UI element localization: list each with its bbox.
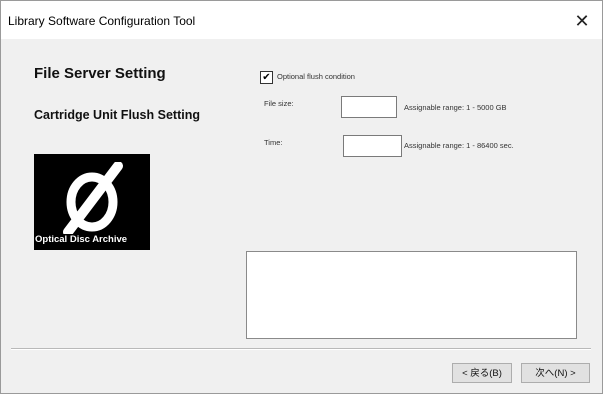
title-bar: Library Software Configuration Tool ✕ — [1, 1, 602, 39]
time-label: Time: — [264, 138, 283, 147]
time-range: Assignable range: 1 - 86400 sec. — [404, 141, 514, 150]
disc-slash-icon — [63, 162, 123, 234]
dialog-body: File Server Setting Cartridge Unit Flush… — [1, 39, 602, 393]
back-button[interactable]: < 戻る(B) — [452, 363, 512, 383]
page-title: File Server Setting — [34, 65, 166, 82]
next-button[interactable]: 次へ(N) > — [521, 363, 590, 383]
config-tool-window: Library Software Configuration Tool ✕ Fi… — [0, 0, 603, 394]
close-icon[interactable]: ✕ — [570, 9, 594, 33]
time-input[interactable] — [343, 135, 402, 157]
optional-flush-label[interactable]: Optional flush condition — [277, 72, 355, 81]
file-size-input[interactable] — [341, 96, 397, 118]
logo-text: Optical Disc Archive — [35, 234, 128, 245]
file-size-label: File size: — [264, 99, 294, 108]
divider — [11, 348, 591, 350]
optional-flush-checkbox[interactable]: ✔ — [260, 71, 273, 84]
optical-disc-archive-logo: Optical Disc Archive — [34, 154, 150, 250]
message-textbox[interactable] — [246, 251, 577, 339]
file-size-range: Assignable range: 1 - 5000 GB — [404, 103, 507, 112]
window-title: Library Software Configuration Tool — [8, 14, 196, 28]
section-title: Cartridge Unit Flush Setting — [34, 108, 200, 122]
